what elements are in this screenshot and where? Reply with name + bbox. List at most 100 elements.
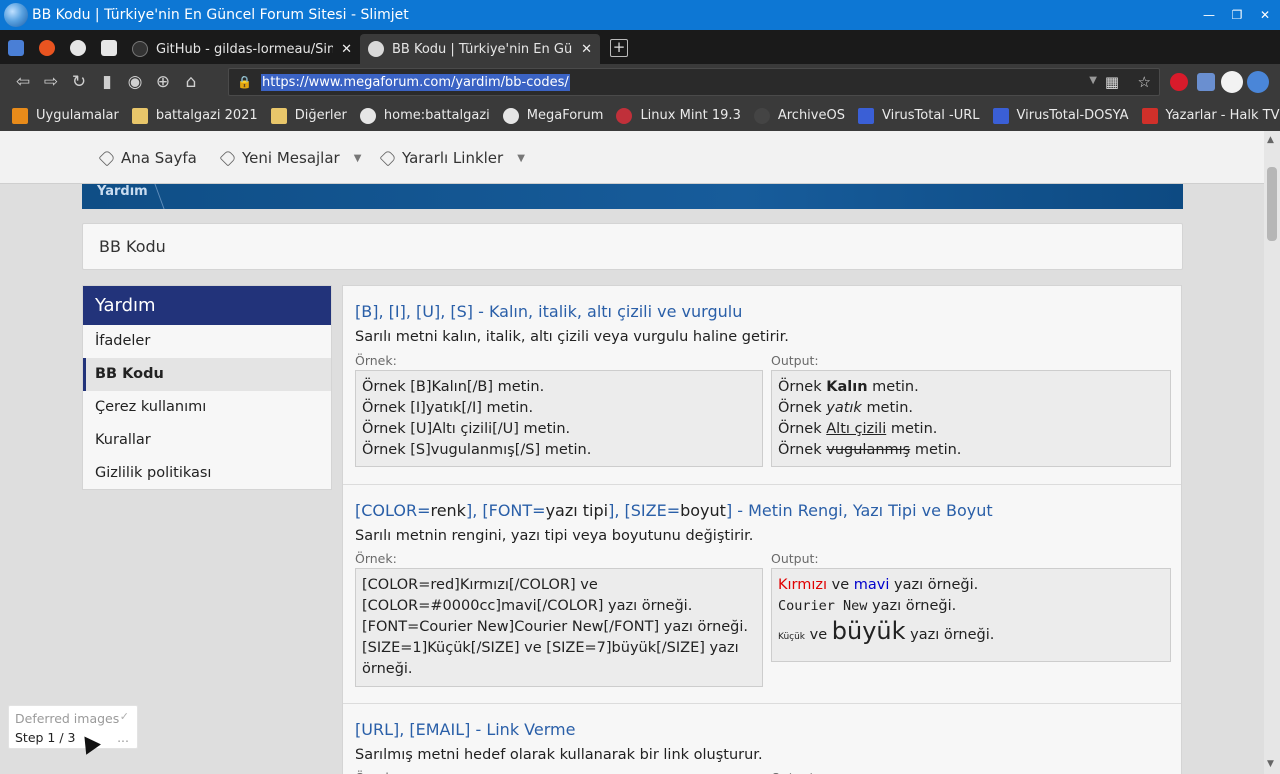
web-page: Ana Sayfa Yeni Mesajlar ▼ Yararlı Linkle… <box>0 131 1264 774</box>
folder-icon <box>270 107 287 124</box>
url-text[interactable]: https://www.megaforum.com/yardim/bb-code… <box>261 73 570 91</box>
output-box: Örnek Kalın metin. Örnek yatık metin. Ör… <box>771 370 1171 467</box>
bookmark-label: battalgazi 2021 <box>155 108 258 123</box>
bookmark-item[interactable]: ArchiveOS <box>753 107 845 124</box>
bookmark-item[interactable]: home:battalgazi <box>359 107 490 124</box>
star-icon[interactable]: ☆ <box>1138 73 1151 91</box>
minimize-icon[interactable]: — <box>1202 8 1216 22</box>
window-title: BB Kodu | Türkiye'nin En Güncel Forum Si… <box>32 7 409 23</box>
page-action-icon[interactable]: ▦ <box>1105 73 1119 91</box>
example-label: Örnek: <box>355 353 397 368</box>
sidebar-item-gizlilik[interactable]: Gizlilik politikası <box>83 457 331 490</box>
bookmark-item[interactable]: VirusTotal -URL <box>857 107 980 124</box>
home-icon[interactable]: ⌂ <box>177 68 205 96</box>
pinned-tab-ubuntu[interactable] <box>31 32 62 64</box>
tab-label: GitHub - gildas-lormeau/Single <box>156 41 334 57</box>
virustotal-icon <box>992 107 1009 124</box>
output-line: Küçük ve büyük yazı örneği. <box>778 617 995 645</box>
sidebar-item-cerez[interactable]: Çerez kullanımı <box>83 391 331 424</box>
slimjet-app-icon <box>4 3 28 27</box>
profile-icon[interactable] <box>1221 71 1243 93</box>
example-box: Örnek [B]Kalın[/B] metin. Örnek [I]yatık… <box>355 370 763 467</box>
close-tab-icon[interactable]: ✕ <box>341 42 352 57</box>
bookmark-item[interactable]: Yazarlar - Halk TV <box>1141 107 1280 124</box>
virustotal-icon <box>857 107 874 124</box>
download-icon[interactable]: ◉ <box>121 68 149 96</box>
halktv-icon <box>1141 107 1158 124</box>
output-line: Courier New yazı örneği. <box>778 598 957 614</box>
settings-gear-icon[interactable] <box>1247 71 1269 93</box>
chevron-down-icon[interactable]: ▼ <box>517 153 525 164</box>
check-icon: ✓ <box>119 710 129 723</box>
browser-toolbar: ⇦ ⇨ ↻ ▮ ◉ ⊕ ⌂ 🔒 https://www.megaforum.co… <box>0 64 1280 100</box>
tab-bb-kodu[interactable]: BB Kodu | Türkiye'nin En Güncel ✕ <box>360 34 600 64</box>
page-scrollbar[interactable]: ▲ ▼ <box>1264 131 1280 774</box>
tab-github[interactable]: GitHub - gildas-lormeau/Single ✕ <box>124 34 360 64</box>
section-title: [B], [I], [U], [S] - Kalın, italik, altı… <box>355 302 743 321</box>
window-titlebar: BB Kodu | Türkiye'nin En Güncel Forum Si… <box>0 0 1280 30</box>
section-title: [COLOR=renk], [FONT=yazı tipi], [SIZE=bo… <box>355 501 993 520</box>
breadcrumb[interactable]: Yardım <box>97 184 148 199</box>
ubuntu-icon <box>38 40 55 56</box>
more-options[interactable]: ... <box>117 730 129 745</box>
scrollbar-thumb[interactable] <box>1267 167 1277 241</box>
back-icon[interactable]: ⇦ <box>9 68 37 96</box>
bookmark-item[interactable]: Diğerler <box>270 107 347 124</box>
address-bar[interactable]: 🔒 https://www.megaforum.com/yardim/bb-co… <box>228 68 1160 96</box>
output-line: Örnek Altı çizili metin. <box>778 421 938 437</box>
pinned-tab-translate[interactable] <box>0 32 31 64</box>
globe-icon <box>502 107 519 124</box>
deferred-images-panel: Deferred images ✓ Step 1 / 3 ... <box>8 705 138 749</box>
tag-icon <box>219 149 237 167</box>
reload-icon[interactable]: ↻ <box>65 68 93 96</box>
example-label: Örnek: <box>355 770 397 774</box>
pinned-tab-globe[interactable] <box>62 32 93 64</box>
sidebar-item-ifadeler[interactable]: İfadeler <box>83 325 331 358</box>
example-line: Örnek [S]vugulanmış[/S] metin. <box>362 442 592 458</box>
pinned-tab-extension[interactable] <box>93 32 124 64</box>
sidebar-item-kurallar[interactable]: Kurallar <box>83 424 331 457</box>
page-title: BB Kodu <box>99 237 166 256</box>
bookmark-item[interactable]: Linux Mint 19.3 <box>616 107 741 124</box>
nav-yararli-linkler[interactable]: Yararlı Linkler ▼ <box>379 149 525 167</box>
bookmark-item[interactable]: Uygulamalar <box>12 107 119 124</box>
tab-bar: GitHub - gildas-lormeau/Single ✕ BB Kodu… <box>0 30 1280 64</box>
section-description: Sarılı metni kalın, italik, altı çizili … <box>355 329 789 345</box>
output-line: Kırmızı ve mavi yazı örneği. <box>778 577 979 593</box>
bookmarks-bar: Uygulamalar battalgazi 2021 Diğerler hom… <box>0 100 1280 131</box>
close-tab-icon[interactable]: ✕ <box>581 42 592 57</box>
sidebar-item-bb-kodu[interactable]: BB Kodu <box>83 358 331 391</box>
nav-ana-sayfa[interactable]: Ana Sayfa <box>98 149 197 167</box>
new-tab-button[interactable]: + <box>610 39 628 57</box>
example-box: [COLOR=red]Kırmızı[/COLOR] ve [COLOR=#00… <box>355 568 763 687</box>
section-title: [URL], [EMAIL] - Link Verme <box>355 720 576 739</box>
close-window-icon[interactable]: ✕ <box>1258 8 1272 22</box>
forward-icon[interactable]: ⇨ <box>37 68 65 96</box>
scroll-up-icon[interactable]: ▲ <box>1267 135 1274 145</box>
nav-yeni-mesajlar[interactable]: Yeni Mesajlar ▼ <box>219 149 362 167</box>
lock-icon: 🔒 <box>237 75 252 89</box>
puzzle-icon <box>100 40 117 56</box>
bookmark-label: VirusTotal-DOSYA <box>1016 108 1129 123</box>
puzzle-extension-icon[interactable] <box>1197 73 1215 91</box>
scroll-down-icon[interactable]: ▼ <box>1267 759 1274 769</box>
bookmark-label: Yazarlar - Halk TV <box>1165 108 1280 123</box>
bookmark-item[interactable]: VirusTotal-DOSYA <box>992 107 1129 124</box>
dropdown-arrow-icon[interactable]: ▼ <box>1089 75 1097 86</box>
bookmark-item[interactable]: battalgazi 2021 <box>131 107 258 124</box>
section-description: Sarılı metnin rengini, yazı tipi veya bo… <box>355 528 754 544</box>
restore-icon[interactable]: ❐ <box>1230 8 1244 22</box>
archive-icon <box>753 107 770 124</box>
bookmark-page-icon[interactable]: ▮ <box>93 68 121 96</box>
github-icon <box>132 41 148 57</box>
bookmark-item[interactable]: MegaForum <box>502 107 603 124</box>
globe-icon <box>359 107 376 124</box>
breadcrumb-bar: Yardım <box>82 184 1183 209</box>
breadcrumb-separator <box>145 184 165 209</box>
chevron-down-icon[interactable]: ▼ <box>354 153 362 164</box>
adblock-icon[interactable] <box>1170 73 1188 91</box>
compass-icon[interactable]: ⊕ <box>149 68 177 96</box>
bbcode-section-basic: [B], [I], [U], [S] - Kalın, italik, altı… <box>343 286 1181 485</box>
example-line: [COLOR=red]Kırmızı[/COLOR] ve <box>362 577 598 593</box>
output-line: Örnek yatık metin. <box>778 400 913 416</box>
